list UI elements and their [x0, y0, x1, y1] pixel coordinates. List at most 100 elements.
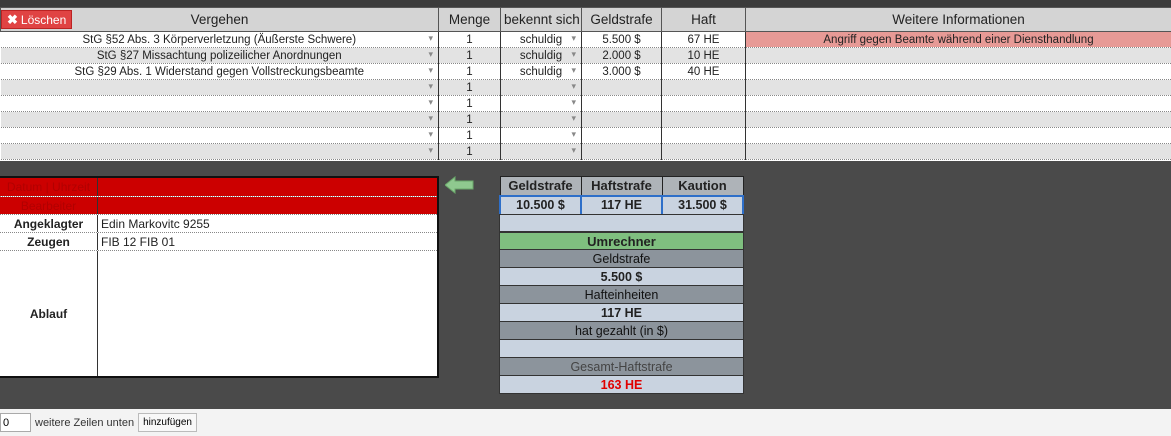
- offence-select[interactable]: StG §52 Abs. 3 Körperverletzung (Äußerst…: [0, 31, 439, 48]
- officer-field[interactable]: [98, 197, 437, 214]
- converter-total-value: 163 HE: [499, 376, 744, 394]
- jail-cell: [661, 143, 746, 160]
- converter-spacer: [499, 214, 744, 232]
- quantity-cell[interactable]: 1: [438, 31, 501, 48]
- officer-label: Bearbeiter: [0, 197, 98, 214]
- case-info-panel: Datum | Uhrzeit Bearbeiter Angeklagter E…: [0, 176, 439, 378]
- date-label: Datum | Uhrzeit: [0, 178, 98, 196]
- close-icon: ✖: [7, 11, 18, 27]
- converter-paid-input[interactable]: [499, 340, 744, 358]
- fine-cell: [581, 95, 662, 112]
- converter-fine-value: 5.500 $: [499, 268, 744, 286]
- quantity-cell[interactable]: 1: [438, 63, 501, 80]
- offence-select[interactable]: [0, 127, 439, 144]
- plea-select[interactable]: [500, 95, 582, 112]
- plea-select[interactable]: [500, 111, 582, 128]
- fine-cell: [581, 79, 662, 96]
- plea-select[interactable]: [500, 143, 582, 160]
- table-row: 1: [0, 127, 1171, 144]
- quantity-cell[interactable]: 1: [438, 111, 501, 128]
- table-row: 1: [0, 79, 1171, 96]
- bail-header: Kaution: [661, 176, 744, 196]
- offence-select[interactable]: [0, 79, 439, 96]
- quantity-cell[interactable]: 1: [438, 95, 501, 112]
- total-fine-value: 10.500 $: [499, 194, 582, 216]
- date-row: Datum | Uhrzeit: [0, 178, 437, 197]
- info-cell[interactable]: [745, 63, 1171, 80]
- plea-select[interactable]: schuldig: [500, 63, 582, 80]
- plea-select[interactable]: [500, 127, 582, 144]
- add-rows-bar: weitere Zeilen unten hinzufügen: [0, 409, 1171, 436]
- info-cell[interactable]: [745, 143, 1171, 160]
- defendant-label: Angeklagter: [0, 215, 98, 232]
- jail-cell: [661, 111, 746, 128]
- jail-cell: [661, 127, 746, 144]
- table-row: 1: [0, 111, 1171, 128]
- procedure-field[interactable]: [98, 251, 437, 376]
- info-cell[interactable]: [745, 111, 1171, 128]
- header-quantity: Menge: [438, 7, 501, 32]
- defendant-row: Angeklagter Edin Markovitc 9255: [0, 215, 437, 233]
- converter-total-label: Gesamt-Haftstrafe: [499, 358, 744, 376]
- fine-cell: 3.000 $: [581, 63, 662, 80]
- quantity-cell[interactable]: 1: [438, 143, 501, 160]
- fine-cell: [581, 127, 662, 144]
- delete-button[interactable]: ✖ Löschen: [1, 10, 73, 29]
- table-row: StG §52 Abs. 3 Körperverletzung (Äußerst…: [0, 31, 1171, 48]
- plea-select[interactable]: [500, 79, 582, 96]
- converter-paid-label: hat gezahlt (in $): [499, 322, 744, 340]
- offence-select[interactable]: [0, 111, 439, 128]
- witness-field[interactable]: FIB 12 FIB 01: [98, 233, 437, 250]
- converter-title: Umrechner: [499, 232, 744, 250]
- jail-cell: 67 HE: [661, 31, 746, 48]
- total-jail-header: Haftstrafe: [580, 176, 663, 196]
- header-plea: bekennt sich: [500, 7, 582, 32]
- info-cell[interactable]: [745, 95, 1171, 112]
- table-row: 1: [0, 95, 1171, 112]
- jail-cell: [661, 79, 746, 96]
- quantity-cell[interactable]: 1: [438, 127, 501, 144]
- date-field[interactable]: [98, 178, 437, 196]
- table-row: StG §27 Missachtung polizeilicher Anordn…: [0, 47, 1171, 64]
- offence-select[interactable]: [0, 95, 439, 112]
- offence-select[interactable]: [0, 143, 439, 160]
- offence-select[interactable]: StG §29 Abs. 1 Widerstand gegen Vollstre…: [0, 63, 439, 80]
- quantity-cell[interactable]: 1: [438, 79, 501, 96]
- jail-cell: [661, 95, 746, 112]
- arrow-left-icon: [445, 176, 474, 194]
- rows-count-input[interactable]: [0, 413, 31, 432]
- top-toolbar-strip: [0, 0, 1171, 7]
- header-fine: Geldstrafe: [581, 7, 662, 32]
- jail-cell: 10 HE: [661, 47, 746, 64]
- converter-panel: Umrechner Geldstrafe 5.500 $ Hafteinheit…: [499, 214, 744, 394]
- quantity-cell[interactable]: 1: [438, 47, 501, 64]
- info-cell[interactable]: [745, 79, 1171, 96]
- header-jail: Haft: [661, 7, 746, 32]
- converter-units-label: Hafteinheiten: [499, 286, 744, 304]
- witness-label: Zeugen: [0, 233, 98, 250]
- fine-cell: 2.000 $: [581, 47, 662, 64]
- info-cell[interactable]: [745, 47, 1171, 64]
- total-fine-header: Geldstrafe: [499, 176, 582, 196]
- plea-select[interactable]: schuldig: [500, 31, 582, 48]
- offence-table-header: ✖ Löschen Vergehen Menge bekennt sich Ge…: [0, 7, 1171, 32]
- fine-cell: [581, 143, 662, 160]
- table-row: 1: [0, 143, 1171, 160]
- header-offence: ✖ Löschen Vergehen: [0, 7, 439, 32]
- add-rows-button[interactable]: hinzufügen: [138, 413, 197, 432]
- jail-cell: 40 HE: [661, 63, 746, 80]
- table-row: StG §29 Abs. 1 Widerstand gegen Vollstre…: [0, 63, 1171, 80]
- offence-select[interactable]: StG §27 Missachtung polizeilicher Anordn…: [0, 47, 439, 64]
- rows-text: weitere Zeilen unten: [35, 416, 135, 429]
- info-cell[interactable]: [745, 127, 1171, 144]
- totals-table: Geldstrafe Haftstrafe Kaution 10.500 $ 1…: [499, 176, 744, 216]
- defendant-field[interactable]: Edin Markovitc 9255: [98, 215, 437, 232]
- info-cell[interactable]: Angriff gegen Beamte während einer Diens…: [745, 31, 1171, 48]
- officer-row: Bearbeiter: [0, 197, 437, 215]
- bail-value: 31.500 $: [661, 194, 744, 216]
- plea-select[interactable]: schuldig: [500, 47, 582, 64]
- fine-cell: [581, 111, 662, 128]
- converter-fine-label: Geldstrafe: [499, 250, 744, 268]
- fine-cell: 5.500 $: [581, 31, 662, 48]
- procedure-label: Ablauf: [0, 251, 98, 376]
